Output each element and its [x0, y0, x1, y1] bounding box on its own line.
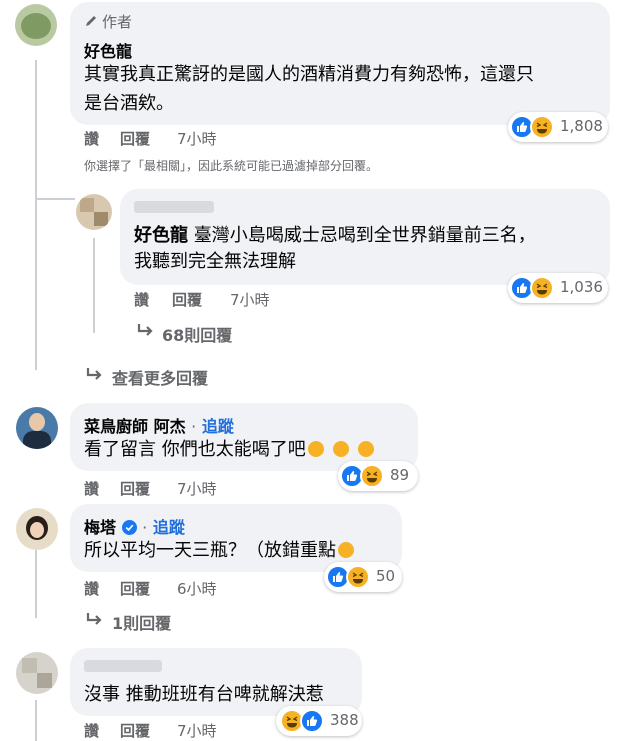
reaction-count: 1,036 — [560, 278, 603, 296]
avatar[interactable] — [15, 4, 57, 46]
reply-arrow-icon — [85, 611, 105, 633]
separator-dot: · — [142, 518, 148, 537]
reaction-count: 89 — [390, 466, 410, 484]
verified-icon — [121, 520, 137, 535]
grinning-squinting-emoji — [332, 441, 349, 457]
reply-text-part1: 臺灣小島喝威士忌喝到全世界銷量前三名， — [193, 225, 536, 246]
reaction-summary[interactable]: 1,808 — [508, 112, 608, 142]
comment-text-line2: 是台酒欸。 — [84, 93, 174, 114]
reply-button[interactable]: 回覆 — [120, 478, 150, 499]
separator-dot: · — [191, 417, 197, 436]
reply-button[interactable]: 回覆 — [120, 720, 150, 741]
blurred-name — [84, 660, 162, 672]
follow-button[interactable]: 追蹤 — [153, 518, 185, 537]
author-badge-label: 作者 — [102, 13, 133, 31]
grinning-squinting-emoji — [357, 441, 374, 457]
thread-line-c4 — [35, 700, 37, 741]
avatar[interactable] — [76, 194, 112, 230]
thread-line-main — [35, 60, 37, 370]
like-button[interactable]: 讚 — [84, 578, 99, 599]
avatar[interactable] — [16, 508, 58, 550]
haha-icon — [530, 115, 554, 139]
comment-bubble-main: 作者 好色龍 其實我真正驚訝的是國人的酒精消費力有夠恐怖，這還只 是台酒欸。 — [70, 2, 610, 125]
reaction-summary[interactable]: 388 — [276, 706, 362, 736]
reaction-summary[interactable]: 50 — [324, 562, 402, 592]
comment-time[interactable]: 7小時 — [230, 289, 270, 310]
like-button[interactable]: 讚 — [134, 289, 149, 310]
thread-line-branch — [35, 198, 75, 200]
follow-button[interactable]: 追蹤 — [202, 417, 234, 436]
avatar[interactable] — [16, 652, 58, 694]
tears-of-joy-emoji — [338, 542, 354, 558]
blurred-name — [134, 201, 214, 213]
comment-text-body: 所以平均一天三瓶？（放錯重點 — [84, 540, 336, 561]
view-replies-link[interactable]: 1則回覆 — [112, 610, 171, 634]
thread-line-reply — [93, 238, 95, 333]
reply-button[interactable]: 回覆 — [172, 289, 202, 310]
comment-time[interactable]: 7小時 — [177, 128, 217, 149]
like-button[interactable]: 讚 — [84, 720, 99, 741]
view-more-replies[interactable]: 查看更多回覆 — [112, 365, 208, 389]
commenter-name[interactable]: 梅塔 · 追蹤 — [84, 514, 185, 538]
reply-text-line2: 我聽到完全無法理解 — [134, 251, 296, 272]
haha-icon — [530, 276, 554, 300]
thread-line-c3 — [35, 550, 37, 618]
author-badge: 作者 — [84, 11, 132, 32]
reply-arrow-icon — [85, 366, 105, 388]
reaction-summary[interactable]: 89 — [338, 461, 418, 491]
avatar[interactable] — [16, 407, 58, 449]
like-button[interactable]: 讚 — [84, 478, 99, 499]
filter-notice: 你選擇了「最相關」，因此系統可能已過濾掉部分回覆。 — [84, 159, 379, 173]
comment-time[interactable]: 6小時 — [177, 578, 217, 599]
commenter-name-text[interactable]: 梅塔 — [84, 518, 116, 537]
pencil-icon — [86, 16, 96, 26]
view-replies-link[interactable]: 68則回覆 — [162, 322, 232, 346]
comment-time[interactable]: 7小時 — [177, 478, 217, 499]
reply-button[interactable]: 回覆 — [120, 578, 150, 599]
haha-icon — [360, 464, 384, 488]
like-icon — [300, 709, 324, 733]
comment-bubble-reply: 好色龍 臺灣小島喝威士忌喝到全世界銷量前三名， 我聽到完全無法理解 — [120, 189, 610, 285]
comment-text-line1: 其實我真正驚訝的是國人的酒精消費力有夠恐怖，這還只 — [84, 64, 534, 85]
comment-text: 所以平均一天三瓶？（放錯重點 — [84, 536, 354, 566]
reply-arrow-icon — [136, 322, 156, 344]
mention-tag[interactable]: 好色龍 — [134, 225, 188, 246]
reaction-count: 1,808 — [560, 117, 603, 135]
commenter-name[interactable]: 好色龍 — [84, 38, 132, 62]
commenter-name[interactable]: 菜鳥廚師 阿杰 · 追蹤 — [84, 413, 234, 437]
grinning-squinting-emoji — [307, 441, 324, 457]
reaction-count: 50 — [376, 567, 396, 585]
reaction-count: 388 — [330, 711, 359, 729]
reaction-summary[interactable]: 1,036 — [508, 273, 608, 303]
comment-text: 看了留言 你們也太能喝了吧 — [84, 435, 374, 465]
commenter-name-text[interactable]: 菜鳥廚師 阿杰 — [84, 417, 186, 436]
reply-button[interactable]: 回覆 — [120, 128, 150, 149]
comment-time[interactable]: 7小時 — [177, 720, 217, 741]
like-button[interactable]: 讚 — [84, 128, 99, 149]
comment-text-body: 看了留言 你們也太能喝了吧 — [84, 439, 306, 460]
haha-icon — [346, 565, 370, 589]
